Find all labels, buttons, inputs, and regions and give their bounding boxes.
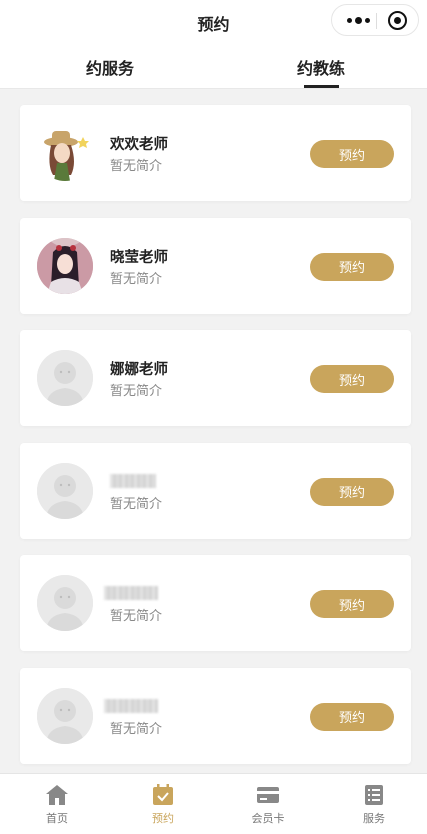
coach-intro: 暂无简介 (110, 384, 163, 399)
tabbar-label: 首页 (46, 812, 68, 825)
capsule-divider (376, 13, 377, 29)
coach-list: 欢欢老师 暂无简介 预约 晓莹老师 暂无简介 预约 娜娜老师 暂无简介 预约 暂… (20, 105, 411, 780)
tabbar-item-booking[interactable]: 预约 (133, 784, 193, 826)
avatar (37, 237, 93, 294)
segment-tabs: 约服务 约教练 (0, 42, 427, 89)
more-icon[interactable] (342, 12, 374, 28)
coach-card: 娜娜老师 暂无简介 预约 (20, 330, 411, 426)
card-icon (257, 787, 279, 803)
default-avatar-icon (37, 687, 93, 744)
top-bar: 预约 (0, 0, 427, 42)
home-icon (46, 785, 68, 805)
book-button[interactable]: 预约 (310, 140, 394, 168)
book-button[interactable]: 预约 (310, 590, 394, 618)
coach-name: 晓莹老师 (110, 249, 168, 266)
coach-name: 娜娜老师 (110, 362, 168, 378)
bottom-tab-bar: 首页 预约 会员卡 服务 (0, 773, 427, 834)
close-icon[interactable] (388, 11, 407, 30)
tabbar-label: 会员卡 (251, 812, 285, 825)
default-avatar-icon (37, 350, 93, 406)
book-button[interactable]: 预约 (310, 365, 394, 393)
coach-card: 暂无简介 预约 (20, 667, 411, 764)
coach-name-redacted (104, 698, 158, 713)
coach-name: 欢欢老师 (110, 137, 168, 153)
active-tab-indicator (304, 85, 339, 88)
coach-name-redacted (110, 473, 156, 488)
coach-card: 欢欢老师 暂无简介 预约 (20, 105, 411, 201)
book-button[interactable]: 预约 (310, 252, 394, 281)
coach-card: 晓莹老师 暂无简介 预约 (20, 217, 411, 314)
book-button[interactable]: 预约 (310, 702, 394, 731)
tabbar-label: 预约 (152, 812, 174, 825)
coach-intro: 暂无简介 (110, 271, 163, 287)
calendar-check-icon (153, 784, 173, 805)
avatar (37, 125, 93, 181)
tabbar-item-home[interactable]: 首页 (27, 784, 87, 826)
default-avatar-icon (37, 575, 93, 631)
coach-name-redacted (104, 586, 158, 600)
coach-intro: 暂无简介 (110, 159, 163, 174)
list-icon (365, 785, 383, 805)
book-button[interactable]: 预约 (310, 477, 394, 506)
tabbar-item-membership-card[interactable]: 会员卡 (238, 784, 298, 826)
coach-intro: 暂无简介 (110, 721, 163, 737)
coach-intro: 暂无简介 (110, 609, 163, 624)
tab-book-coach[interactable]: 约教练 (266, 55, 376, 79)
coach-card: 暂无简介 预约 (20, 442, 411, 539)
mini-program-capsule (331, 4, 419, 36)
tab-book-service[interactable]: 约服务 (55, 55, 165, 79)
tabbar-label: 服务 (363, 812, 385, 825)
tabbar-item-services[interactable]: 服务 (344, 784, 404, 826)
coach-intro: 暂无简介 (110, 496, 163, 512)
coach-card: 暂无简介 预约 (20, 555, 411, 651)
default-avatar-icon (37, 462, 93, 519)
